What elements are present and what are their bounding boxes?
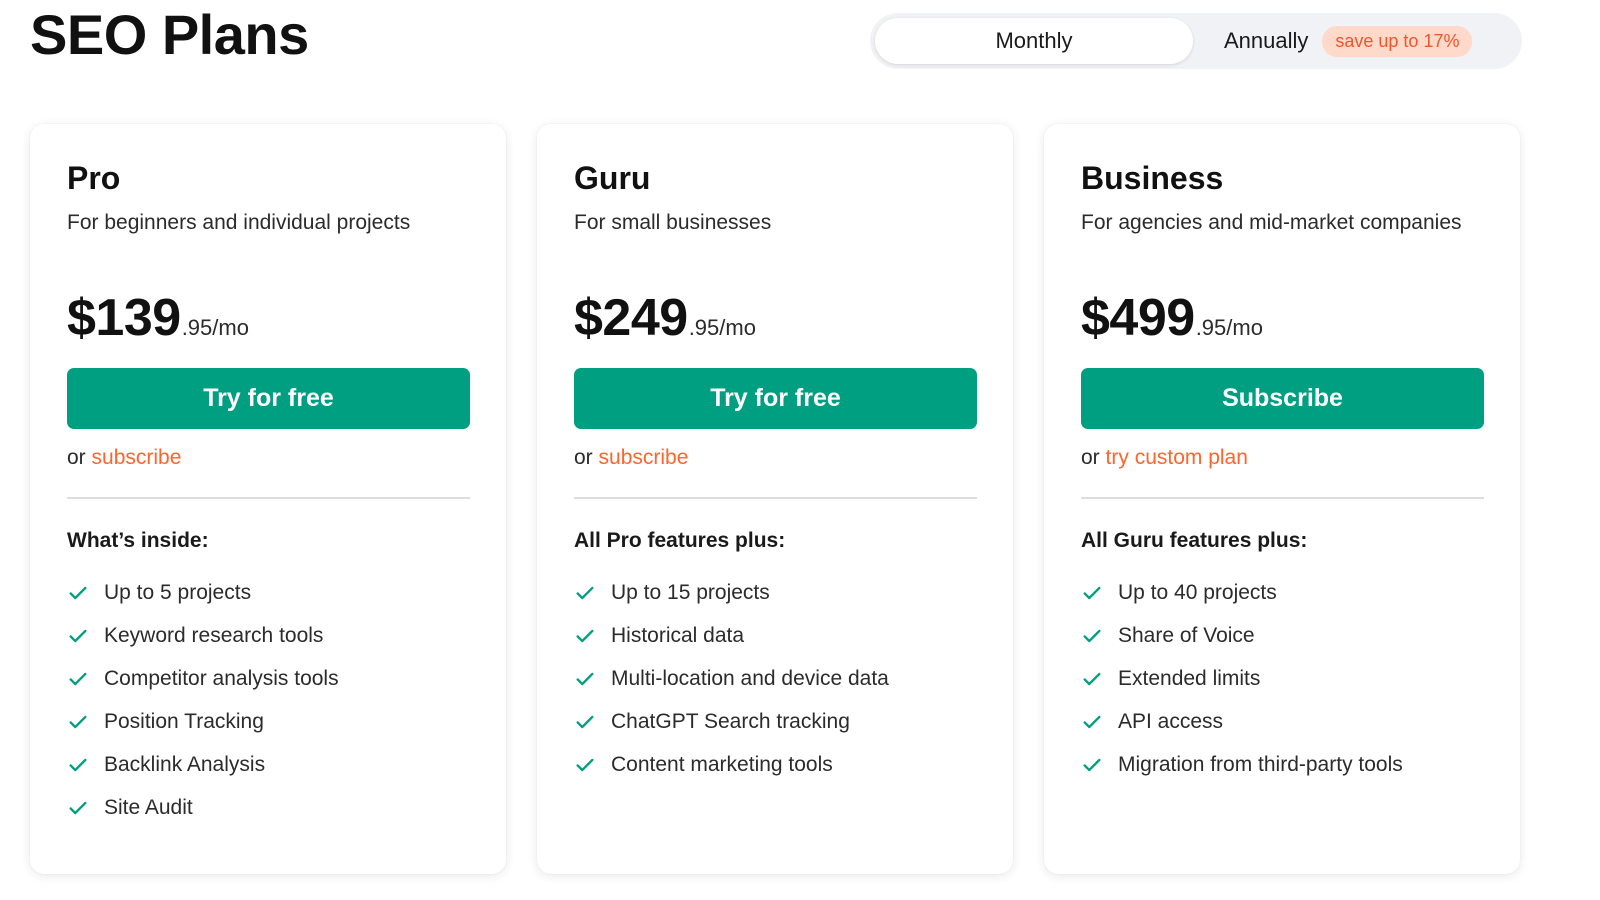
feature-label: API access bbox=[1118, 709, 1224, 733]
check-icon bbox=[576, 586, 594, 599]
feature-item: Backlink Analysis bbox=[67, 743, 469, 786]
annually-option[interactable]: Annually save up to 17% bbox=[1224, 18, 1473, 64]
divider bbox=[574, 497, 977, 499]
feature-label: Up to 15 projects bbox=[611, 580, 770, 604]
check-icon bbox=[1083, 715, 1101, 728]
plan-name: Pro bbox=[67, 160, 121, 196]
feature-label: Up to 40 projects bbox=[1118, 580, 1277, 604]
plan-price: $499 .95/mo bbox=[1081, 288, 1483, 348]
features-heading: All Guru features plus: bbox=[1081, 529, 1308, 552]
check-icon bbox=[1083, 672, 1101, 685]
plan-description: For beginners and individual projects bbox=[67, 211, 411, 234]
feature-label: Content marketing tools bbox=[611, 752, 833, 776]
check-icon bbox=[1083, 629, 1101, 642]
plan-card-business: Business For agencies and mid-market com… bbox=[1044, 124, 1520, 874]
feature-item: Up to 15 projects bbox=[574, 571, 976, 614]
features-heading: What’s inside: bbox=[67, 529, 209, 552]
feature-item: Share of Voice bbox=[1081, 614, 1483, 657]
feature-item: Competitor analysis tools bbox=[67, 657, 469, 700]
feature-label: Multi-location and device data bbox=[611, 666, 889, 690]
try-for-free-button[interactable]: Try for free bbox=[67, 368, 470, 429]
alternative-action: or try custom plan bbox=[1081, 446, 1483, 470]
feature-label: Migration from third-party tools bbox=[1118, 752, 1403, 776]
check-icon bbox=[69, 586, 87, 599]
annually-label: Annually bbox=[1224, 28, 1309, 53]
price-cents-period: .95/mo bbox=[181, 315, 249, 340]
plan-card-guru: Guru For small businesses $249 .95/mo Tr… bbox=[537, 124, 1013, 874]
alternative-action: or subscribe bbox=[67, 446, 469, 470]
check-icon bbox=[576, 715, 594, 728]
feature-label: Historical data bbox=[611, 623, 745, 647]
divider bbox=[1081, 497, 1484, 499]
check-icon bbox=[69, 801, 87, 814]
feature-item: Extended limits bbox=[1081, 657, 1483, 700]
check-icon bbox=[576, 758, 594, 771]
divider bbox=[67, 497, 470, 499]
try-custom-plan-link[interactable]: try custom plan bbox=[1106, 446, 1248, 469]
price-cents-period: .95/mo bbox=[688, 315, 756, 340]
features-heading: All Pro features plus: bbox=[574, 529, 786, 552]
feature-item: API access bbox=[1081, 700, 1483, 743]
check-icon bbox=[576, 629, 594, 642]
page-title: SEO Plans bbox=[30, 3, 309, 66]
feature-item: Historical data bbox=[574, 614, 976, 657]
check-icon bbox=[1083, 586, 1101, 599]
price-cents-period: .95/mo bbox=[1195, 315, 1263, 340]
plan-price: $139 .95/mo bbox=[67, 288, 469, 348]
alt-prefix: or bbox=[67, 446, 86, 469]
check-icon bbox=[1083, 758, 1101, 771]
feature-list: Up to 5 projects Keyword research tools … bbox=[67, 571, 469, 829]
check-icon bbox=[576, 672, 594, 685]
feature-list: Up to 40 projects Share of Voice Extende… bbox=[1081, 571, 1483, 786]
feature-item: Up to 40 projects bbox=[1081, 571, 1483, 614]
feature-item: Up to 5 projects bbox=[67, 571, 469, 614]
price-amount: $249 bbox=[574, 289, 688, 347]
plan-price: $249 .95/mo bbox=[574, 288, 976, 348]
alternative-action: or subscribe bbox=[574, 446, 976, 470]
feature-label: Site Audit bbox=[104, 795, 193, 819]
feature-item: Migration from third-party tools bbox=[1081, 743, 1483, 786]
alt-prefix: or bbox=[574, 446, 593, 469]
try-for-free-button[interactable]: Try for free bbox=[574, 368, 977, 429]
subscribe-link[interactable]: subscribe bbox=[599, 446, 689, 469]
feature-item: Position Tracking bbox=[67, 700, 469, 743]
check-icon bbox=[69, 758, 87, 771]
feature-label: Keyword research tools bbox=[104, 623, 324, 647]
feature-list: Up to 15 projects Historical data Multi-… bbox=[574, 571, 976, 786]
feature-item: Multi-location and device data bbox=[574, 657, 976, 700]
feature-label: Extended limits bbox=[1118, 666, 1261, 690]
feature-item: Keyword research tools bbox=[67, 614, 469, 657]
save-badge: save up to 17% bbox=[1322, 25, 1473, 57]
alt-prefix: or bbox=[1081, 446, 1100, 469]
feature-item: ChatGPT Search tracking bbox=[574, 700, 976, 743]
plan-card-pro: Pro For beginners and individual project… bbox=[30, 124, 506, 874]
feature-label: Share of Voice bbox=[1118, 623, 1255, 647]
feature-label: Position Tracking bbox=[104, 709, 264, 733]
plan-description: For agencies and mid-market companies bbox=[1081, 211, 1462, 234]
feature-item: Content marketing tools bbox=[574, 743, 976, 786]
subscribe-button[interactable]: Subscribe bbox=[1081, 368, 1484, 429]
plan-description: For small businesses bbox=[574, 211, 772, 234]
feature-label: Competitor analysis tools bbox=[104, 666, 339, 690]
billing-period-toggle: Monthly Annually save up to 17% bbox=[870, 13, 1522, 69]
price-amount: $139 bbox=[67, 289, 181, 347]
check-icon bbox=[69, 672, 87, 685]
check-icon bbox=[69, 629, 87, 642]
plan-name: Guru bbox=[574, 160, 651, 196]
monthly-option[interactable]: Monthly bbox=[875, 18, 1193, 64]
check-icon bbox=[69, 715, 87, 728]
feature-item: Site Audit bbox=[67, 786, 469, 829]
feature-label: ChatGPT Search tracking bbox=[611, 709, 850, 733]
plan-name: Business bbox=[1081, 160, 1224, 196]
feature-label: Up to 5 projects bbox=[104, 580, 252, 604]
price-amount: $499 bbox=[1081, 289, 1195, 347]
subscribe-link[interactable]: subscribe bbox=[92, 446, 182, 469]
feature-label: Backlink Analysis bbox=[104, 752, 266, 776]
